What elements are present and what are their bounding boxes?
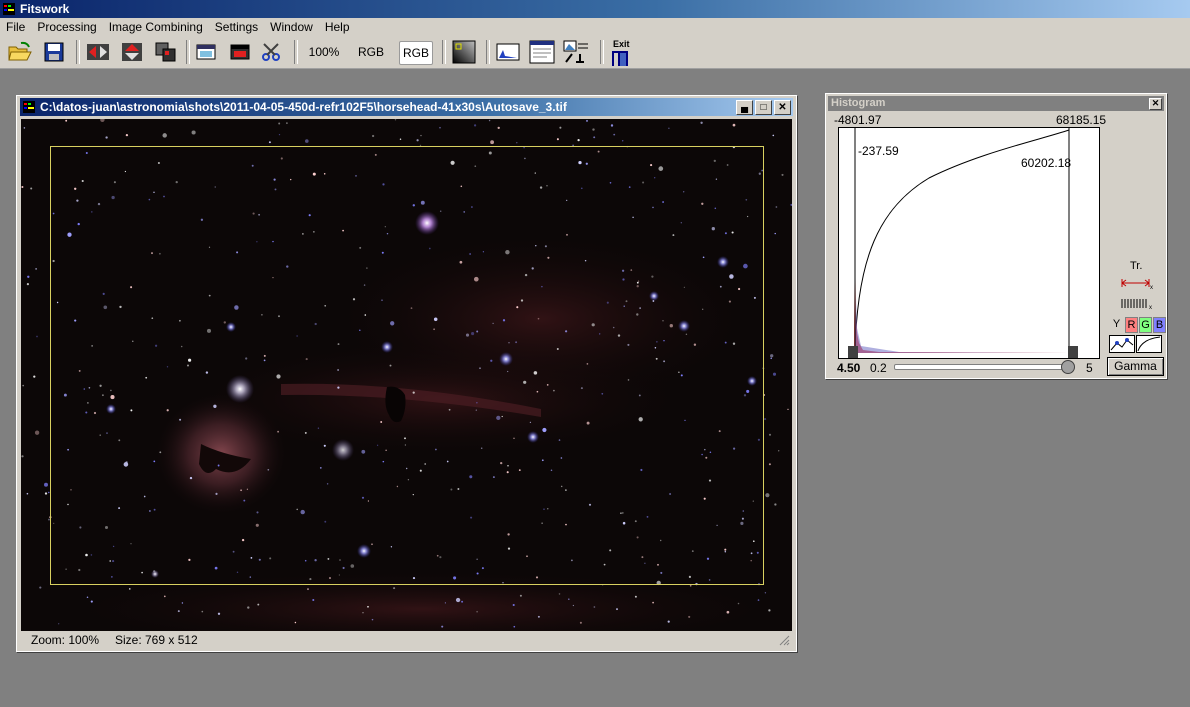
image-window-title-bar[interactable]: C:\datos-juan\astronomia\shots\2011-04-0…: [20, 98, 793, 116]
minimize-button[interactable]: ▄: [736, 100, 753, 115]
exit-button[interactable]: [607, 48, 635, 68]
exit-icon: [612, 51, 628, 66]
menu-window[interactable]: Window: [264, 18, 319, 36]
status-size: Size: 769 x 512: [115, 633, 198, 647]
svg-text:x: x: [1149, 305, 1152, 310]
channel-y-button[interactable]: Y: [1111, 317, 1122, 331]
crop-button[interactable]: [258, 39, 286, 65]
image-status-bar: Zoom: 100% Size: 769 x 512: [21, 632, 792, 648]
curve-gradient-icon: [452, 40, 476, 64]
histogram-title-bar[interactable]: Histogram ✕: [828, 96, 1164, 111]
open-button[interactable]: [6, 39, 34, 65]
close-icon: ✕: [1151, 98, 1160, 108]
histogram-max-value: 68185.15: [1056, 113, 1107, 127]
channel-b-button[interactable]: B: [1153, 317, 1166, 333]
window-app-icon: [23, 101, 35, 113]
histogram-window[interactable]: Histogram ✕ -4801.97 68185.15 -237.59 60…: [825, 93, 1167, 379]
window-dark-icon: [230, 44, 250, 60]
maximize-icon: □: [760, 101, 767, 113]
toolbar-separator: [76, 40, 80, 64]
toolbar-separator: [600, 40, 604, 64]
level-adjust-icon: [563, 40, 588, 63]
toolbar: 100% RGB RGB Exit: [0, 36, 1190, 69]
gamma-curve-icon[interactable]: [1136, 335, 1162, 353]
save-button[interactable]: [40, 39, 68, 65]
histogram-min-value: -4801.97: [834, 113, 882, 127]
transfer-label: Tr.: [1130, 260, 1143, 272]
maximize-button[interactable]: □: [755, 100, 772, 115]
histogram-plot[interactable]: -237.59 60202.18: [838, 127, 1100, 359]
open-folder-icon: [8, 41, 32, 61]
horsehead-nebula-image: [21, 119, 792, 631]
slider-max-label: 5: [1086, 361, 1093, 375]
gradient-button[interactable]: [450, 39, 478, 65]
toolbar-separator: [186, 40, 190, 64]
slider-min-label: 0.2: [870, 361, 887, 375]
save-icon: [44, 42, 64, 62]
image-info-button[interactable]: [528, 39, 556, 65]
menu-help[interactable]: Help: [319, 18, 356, 36]
gamma-button[interactable]: Gamma: [1107, 357, 1164, 376]
histogram-window-icon: [496, 43, 520, 61]
gamma-slider-thumb[interactable]: [1061, 360, 1075, 374]
app-title-bar: Fitswork: [0, 0, 1190, 18]
histogram-title: Histogram: [831, 97, 886, 109]
zoom-100-button[interactable]: 100%: [304, 39, 344, 65]
flip-horizontal-icon: [87, 44, 109, 60]
image-window[interactable]: C:\datos-juan\astronomia\shots\2011-04-0…: [16, 95, 797, 652]
duplicate-window-button[interactable]: [226, 39, 254, 65]
fitswork-app-icon: [3, 3, 15, 15]
svg-text:x: x: [1150, 285, 1153, 290]
flip-horizontal-button[interactable]: [84, 39, 112, 65]
window-icon: [196, 44, 216, 60]
menu-bar: File Processing Image Combining Settings…: [0, 18, 1190, 36]
close-icon: ✕: [778, 101, 787, 113]
channel-g-button[interactable]: G: [1139, 317, 1152, 333]
histogram-close-button[interactable]: ✕: [1149, 98, 1162, 110]
range-stretch-icon[interactable]: x: [1119, 276, 1155, 290]
flip-vertical-icon: [122, 43, 142, 61]
minimize-icon: ▄: [740, 101, 749, 113]
window-caption-buttons: ▄ □ ✕: [736, 100, 791, 115]
menu-settings[interactable]: Settings: [209, 18, 264, 36]
rgb-button[interactable]: RGB: [352, 39, 390, 65]
rotate-icon: [155, 42, 176, 62]
rotate-button[interactable]: [152, 39, 180, 65]
histogram-bins-icon[interactable]: x: [1119, 296, 1155, 310]
image-window-title: C:\datos-juan\astronomia\shots\2011-04-0…: [40, 100, 567, 114]
image-info-icon: [529, 40, 555, 64]
curve-mode-icon[interactable]: [1109, 335, 1135, 353]
menu-processing[interactable]: Processing: [31, 18, 102, 36]
toolbar-separator: [442, 40, 446, 64]
crop-scissors-icon: [262, 43, 280, 61]
resize-grip-icon[interactable]: [779, 635, 790, 646]
flip-vertical-button[interactable]: [118, 39, 146, 65]
new-window-button[interactable]: [192, 39, 220, 65]
histogram-right-marker: 60202.18: [1021, 156, 1072, 170]
close-button[interactable]: ✕: [774, 100, 791, 115]
channel-r-button[interactable]: R: [1125, 317, 1138, 333]
gamma-value: 4.50: [837, 361, 861, 375]
gamma-slider-track[interactable]: [894, 364, 1074, 370]
rgb-toggle-button[interactable]: RGB: [399, 41, 433, 65]
menu-image-combining[interactable]: Image Combining: [103, 18, 209, 36]
level-adjust-button[interactable]: [562, 39, 590, 65]
histogram-left-marker: -237.59: [858, 144, 899, 158]
astro-image-canvas[interactable]: [21, 119, 792, 631]
status-zoom: Zoom: 100%: [31, 633, 100, 647]
histogram-window-button[interactable]: [494, 39, 522, 65]
app-title: Fitswork: [20, 2, 70, 16]
toolbar-separator: [294, 40, 298, 64]
toolbar-separator: [486, 40, 490, 64]
menu-file[interactable]: File: [0, 18, 31, 36]
